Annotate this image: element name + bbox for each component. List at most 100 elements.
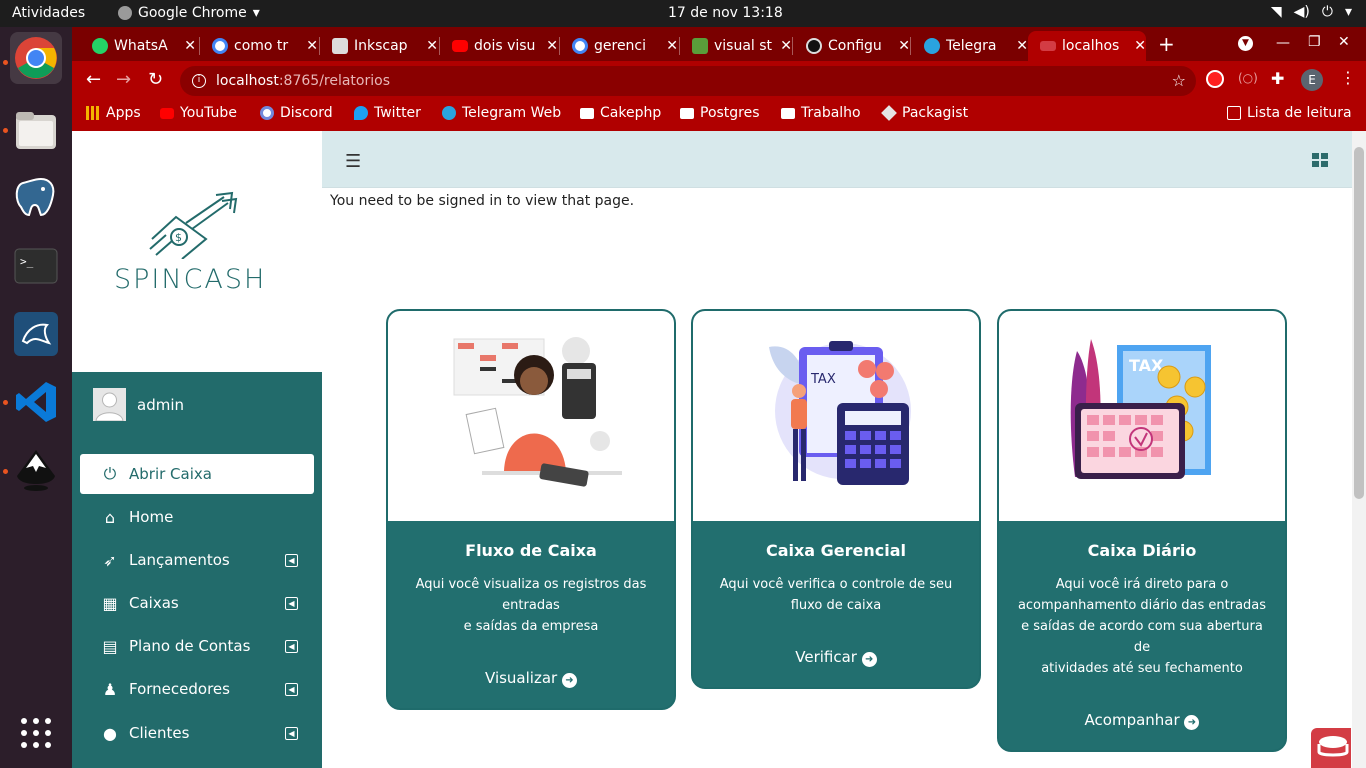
tab-github[interactable]: Configu ✕ — [794, 31, 910, 61]
tab-inkscape[interactable]: Inkscap ✕ — [320, 31, 438, 61]
tray-caret-icon: ▾ — [1344, 4, 1352, 20]
expand-toggle-icon[interactable]: ◀ — [285, 682, 298, 696]
tab-search-icon[interactable]: ▼ — [1238, 36, 1253, 51]
extensions-puzzle-icon[interactable]: ✚ — [1271, 69, 1284, 88]
close-icon[interactable]: ✕ — [666, 38, 678, 54]
expand-toggle-icon[interactable]: ◀ — [285, 639, 298, 653]
bookmark-twitter[interactable]: Twitter — [354, 105, 421, 121]
reload-button[interactable]: ↻ — [148, 69, 163, 90]
card-body: Caixa Gerencial Aqui você verifica o con… — [693, 521, 979, 687]
close-icon[interactable]: ✕ — [780, 38, 792, 54]
close-window-button[interactable]: ✕ — [1338, 34, 1350, 50]
bookmark-packagist[interactable]: Packagist — [881, 105, 968, 121]
bookmark-folder-cakephp[interactable]: Cakephp — [580, 105, 661, 121]
tab-title: WhatsA — [114, 38, 168, 54]
chrome-menu-icon[interactable]: ⋮ — [1340, 68, 1356, 87]
close-icon[interactable]: ✕ — [898, 38, 910, 54]
minimize-window-button[interactable]: — — [1276, 35, 1290, 51]
close-icon[interactable]: ✕ — [1134, 38, 1146, 54]
bookmark-apps[interactable]: Apps — [86, 105, 141, 121]
expand-toggle-icon[interactable]: ◀ — [285, 596, 298, 610]
page-scrollbar[interactable] — [1352, 131, 1366, 768]
sidebar-item-lancamentos[interactable]: ➶ Lançamentos ◀ — [80, 540, 314, 580]
brand-logo[interactable]: $ SPINCASH — [72, 131, 322, 372]
extension-icon[interactable]: (○) — [1238, 71, 1258, 85]
bookmark-discord[interactable]: Discord — [260, 105, 333, 121]
card-illustration — [388, 311, 674, 521]
extension-adblock-icon[interactable] — [1206, 70, 1224, 88]
system-tray[interactable]: ◥ ◀) ⏻ ▾ — [1271, 4, 1352, 20]
tab-title: gerenci — [594, 38, 647, 54]
expand-toggle-icon[interactable]: ◀ — [285, 553, 298, 567]
hamburger-menu-icon[interactable]: ☰ — [345, 151, 361, 172]
bookmark-folder-trabalho[interactable]: Trabalho — [781, 105, 861, 121]
visualizar-link[interactable]: Visualizar ➜ — [485, 669, 577, 688]
dock-files[interactable] — [10, 105, 62, 157]
youtube-icon — [160, 107, 174, 119]
tab-visual-studio[interactable]: visual st ✕ — [680, 31, 792, 61]
close-icon[interactable]: ✕ — [306, 38, 318, 54]
expand-toggle-icon[interactable]: ◀ — [285, 726, 298, 740]
app-menu[interactable]: Google Chrome ▾ — [118, 5, 260, 21]
cakephp-icon — [1040, 41, 1056, 51]
tab-title: Inkscap — [354, 38, 408, 54]
bookmark-youtube[interactable]: YouTube — [160, 105, 237, 121]
power-menu-icon: ⏻ — [1321, 4, 1333, 20]
close-icon[interactable]: ✕ — [184, 38, 196, 54]
tab-title: localhos — [1062, 38, 1120, 54]
tab-youtube[interactable]: dois visu ✕ — [440, 31, 558, 61]
sidebar-item-clientes[interactable]: ● Clientes ◀ — [80, 713, 314, 753]
address-bar[interactable]: i localhost:8765/relatorios ☆ — [180, 66, 1196, 96]
app-name: Google Chrome — [138, 5, 247, 21]
tab-title: dois visu — [474, 38, 536, 54]
sidebar-item-plano-de-contas[interactable]: ▤ Plano de Contas ◀ — [80, 626, 314, 666]
dock-inkscape[interactable] — [10, 444, 62, 496]
file-invoice-icon: ▤ — [102, 636, 118, 656]
new-tab-button[interactable]: + — [1158, 32, 1175, 56]
card-caixa-gerencial: TAX Caixa Gerencial Aqui você verifica o… — [691, 309, 981, 689]
brand-name: SPINCASH — [114, 264, 267, 295]
user-name: admin — [137, 395, 184, 414]
control-sidebar-grid-icon[interactable] — [1312, 153, 1328, 167]
reading-list-button[interactable]: Lista de leitura — [1227, 105, 1352, 121]
sidebar-item-fornecedores[interactable]: ♟ Fornecedores ◀ — [80, 669, 314, 709]
user-panel[interactable]: admin — [93, 388, 184, 421]
tab-google-search[interactable]: como tr ✕ — [200, 31, 318, 61]
site-info-icon[interactable]: i — [192, 74, 206, 88]
dock-indicator — [3, 128, 8, 133]
show-applications-button[interactable] — [10, 707, 62, 759]
dock-mysql-workbench[interactable] — [10, 308, 62, 360]
clock[interactable]: 17 de nov 13:18 — [668, 5, 783, 21]
dock-chrome[interactable] — [10, 32, 62, 84]
forward-button[interactable]: → — [116, 69, 131, 90]
app-grid-icon — [21, 718, 51, 748]
dock-terminal[interactable]: >_ — [10, 240, 62, 292]
close-icon[interactable]: ✕ — [426, 38, 438, 54]
back-button[interactable]: ← — [86, 69, 101, 90]
chrome-small-icon — [118, 6, 132, 20]
cakephp-debugkit-toolbar[interactable] — [1311, 728, 1351, 768]
link-label: Verificar — [795, 648, 857, 666]
dock-vscode[interactable] — [10, 376, 62, 428]
verificar-link[interactable]: Verificar ➜ — [795, 648, 877, 667]
sidebar-item-abrir-caixa[interactable]: ⏻ Abrir Caixa — [80, 454, 314, 494]
close-icon[interactable]: ✕ — [546, 38, 558, 54]
tab-localhost[interactable]: localhos ✕ — [1028, 31, 1146, 61]
bookmark-folder-postgres[interactable]: Postgres — [680, 105, 760, 121]
tab-google-gerencial[interactable]: gerenci ✕ — [560, 31, 678, 61]
tab-telegram[interactable]: Telegra ✕ — [912, 31, 1028, 61]
dock-pgadmin[interactable] — [10, 172, 62, 224]
close-icon[interactable]: ✕ — [1016, 38, 1028, 54]
sidebar-item-home[interactable]: ⌂ Home — [80, 497, 314, 537]
activities-button[interactable]: Atividades — [12, 5, 85, 21]
tab-whatsapp[interactable]: WhatsA ✕ — [80, 31, 196, 61]
maximize-window-button[interactable]: ❐ — [1308, 34, 1321, 50]
bookmark-telegram-web[interactable]: Telegram Web — [442, 105, 561, 121]
profile-avatar[interactable]: E — [1301, 69, 1323, 91]
acompanhar-link[interactable]: Acompanhar ➜ — [1085, 711, 1200, 730]
telegram-icon — [442, 106, 456, 120]
tab-strip: WhatsA ✕ como tr ✕ Inkscap ✕ dois visu ✕… — [72, 27, 1366, 61]
scroll-thumb[interactable] — [1354, 147, 1364, 499]
bookmark-star-icon[interactable]: ☆ — [1172, 71, 1186, 90]
sidebar-item-caixas[interactable]: ▦ Caixas ◀ — [80, 583, 314, 623]
